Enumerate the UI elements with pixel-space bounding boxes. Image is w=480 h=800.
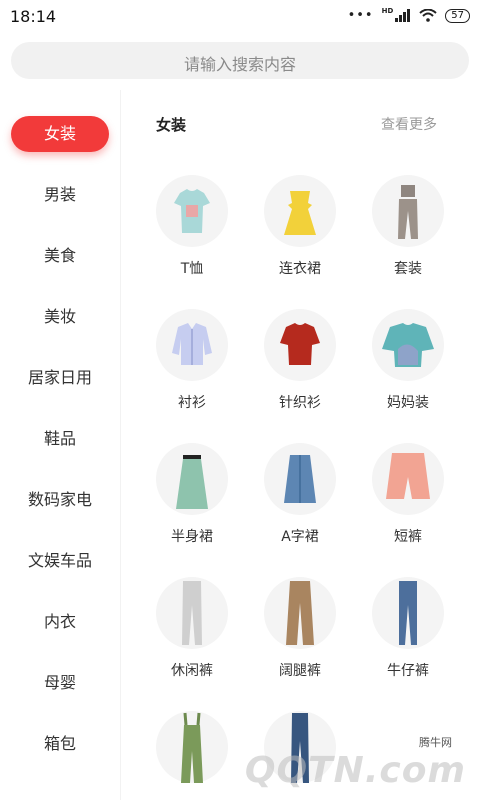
sidebar-item-label: 女装 [11, 116, 109, 152]
signal-icon [395, 9, 411, 22]
status-bar: 18:14 ••• HD 57 [0, 0, 480, 34]
sidebar-item-label: 数码家电 [27, 490, 92, 509]
grid-item-suit-set[interactable]: 套装 [353, 175, 463, 295]
sidebar-item-underwear[interactable]: 内衣 [0, 602, 120, 642]
grid-item-label: 短裤 [394, 529, 422, 545]
a-line-skirt-icon [264, 443, 336, 515]
sidebar-item-home[interactable]: 居家日用 [0, 358, 120, 398]
sidebar-item-baby[interactable]: 母婴 [0, 663, 120, 703]
grid-item-jeans[interactable]: 牛仔裤 [353, 577, 463, 697]
grid-item-label: 半身裙 [171, 529, 213, 545]
grid-item-label: A字裙 [281, 529, 319, 545]
search-input[interactable]: 请输入搜索内容 [11, 42, 469, 79]
grid-item-label: 妈妈装 [387, 395, 429, 411]
skirt-icon [156, 443, 228, 515]
grid-item-label: 牛仔裤 [387, 663, 429, 679]
grid-item-dress[interactable]: 连衣裙 [245, 175, 355, 295]
watermark: 腾牛网 QQTN.com [245, 732, 474, 792]
category-title: 女装 [156, 116, 187, 134]
grid-item-shirt[interactable]: 衬衫 [137, 309, 247, 429]
sidebar-item-womens[interactable]: 女装 [0, 114, 120, 154]
sidebar-item-beauty[interactable]: 美妆 [0, 297, 120, 337]
category-sidebar: 女装 男装 美食 美妆 居家日用 鞋品 数码家电 文娱车品 内衣 母婴 箱包 [0, 90, 120, 800]
dress-icon [264, 175, 336, 247]
view-more-link[interactable]: 查看更多 [381, 114, 437, 134]
sidebar-item-digital[interactable]: 数码家电 [0, 480, 120, 520]
grid-item-wide-leg-pants[interactable]: 阔腿裤 [245, 577, 355, 697]
grid-item-label: 针织衫 [279, 395, 321, 411]
status-time: 18:14 [10, 7, 57, 26]
grid-item-label: 套装 [394, 261, 422, 277]
casual-pants-icon [156, 577, 228, 649]
grid-item-label: 休闲裤 [171, 663, 213, 679]
sidebar-item-label: 美食 [43, 246, 76, 265]
sidebar-item-label: 居家日用 [27, 368, 92, 387]
overalls-icon [156, 711, 228, 783]
suit-set-icon [372, 175, 444, 247]
grid-item-label: 衬衫 [178, 395, 206, 411]
sidebar-item-entertainment[interactable]: 文娱车品 [0, 541, 120, 581]
jeans-icon [372, 577, 444, 649]
status-icons: ••• HD 57 [347, 6, 470, 23]
grid-item-shorts[interactable]: 短裤 [353, 443, 463, 563]
sidebar-item-label: 男装 [43, 185, 76, 204]
grid-item-a-line-skirt[interactable]: A字裙 [245, 443, 355, 563]
sidebar-divider [120, 90, 121, 800]
wifi-icon [419, 9, 437, 22]
shirt-icon [156, 309, 228, 381]
search-placeholder: 请输入搜索内容 [183, 55, 296, 74]
grid-item-label: 连衣裙 [279, 261, 321, 277]
grid-item-label: T恤 [180, 261, 204, 277]
grid-item-overalls[interactable] [137, 711, 247, 800]
shorts-icon [372, 443, 444, 515]
sidebar-item-mens[interactable]: 男装 [0, 175, 120, 215]
sidebar-item-label: 母婴 [43, 673, 76, 692]
sidebar-item-label: 内衣 [43, 612, 76, 631]
wide-leg-pants-icon [264, 577, 336, 649]
watermark-small-text: 腾牛网 [419, 736, 452, 749]
watermark-logo-text: QQTN.com [244, 750, 466, 791]
grid-item-label: 阔腿裤 [279, 663, 321, 679]
sidebar-item-label: 美妆 [43, 307, 76, 326]
sidebar-item-label: 文娱车品 [27, 551, 92, 570]
hd-network-label: HD [381, 6, 394, 15]
sidebar-item-shoes[interactable]: 鞋品 [0, 419, 120, 459]
sidebar-item-label: 鞋品 [43, 429, 76, 448]
grid-item-knit-sweater[interactable]: 针织衫 [245, 309, 355, 429]
mom-top-icon [372, 309, 444, 381]
grid-item-casual-pants[interactable]: 休闲裤 [137, 577, 247, 697]
grid-item-tshirt[interactable]: T恤 [137, 175, 247, 295]
sidebar-item-bags[interactable]: 箱包 [0, 724, 120, 764]
tshirt-icon [156, 175, 228, 247]
grid-item-skirt[interactable]: 半身裙 [137, 443, 247, 563]
knit-sweater-icon [264, 309, 336, 381]
sidebar-item-label: 箱包 [43, 734, 76, 753]
grid-item-mom-top[interactable]: 妈妈装 [353, 309, 463, 429]
sidebar-item-food[interactable]: 美食 [0, 236, 120, 276]
battery-icon: 57 [445, 8, 470, 23]
notification-dots-icon: ••• [347, 8, 374, 23]
